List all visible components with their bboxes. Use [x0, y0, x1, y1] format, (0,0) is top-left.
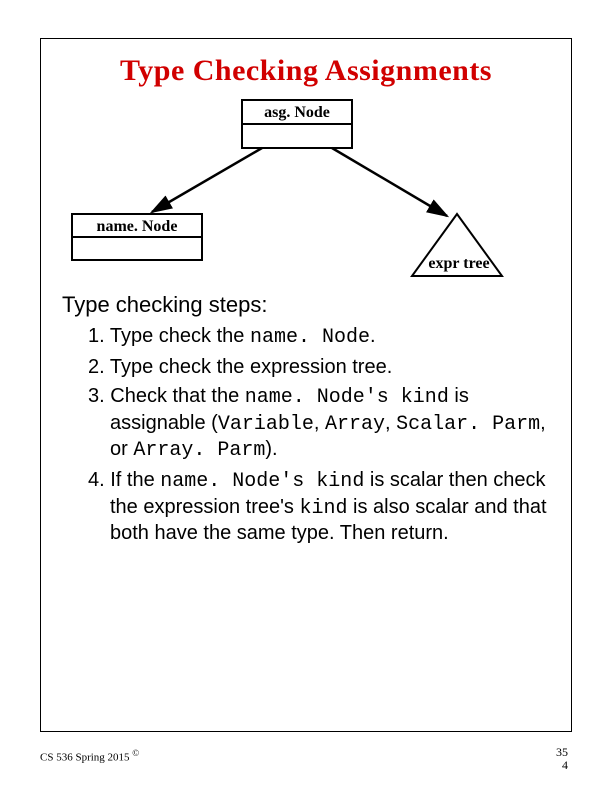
page-number-a: 35: [556, 746, 568, 759]
step-text: Type check the: [110, 325, 250, 347]
code-text: Array. Parm: [133, 439, 265, 462]
step-item: If the name. Node's kind is scalar then …: [88, 468, 550, 547]
step-text: Type check the expression tree.: [110, 356, 392, 378]
course-label: CS 536 Spring 2015: [40, 752, 130, 764]
step-item: Check that the name. Node's kind is assi…: [88, 384, 550, 464]
slide-content: Type Checking Assignments asg. Node name…: [40, 38, 572, 732]
steps-heading: Type checking steps:: [62, 292, 550, 318]
footer-right: 35 4: [556, 746, 568, 772]
slide-page: Type Checking Assignments asg. Node name…: [0, 0, 612, 792]
step-text: ).: [265, 438, 277, 460]
code-text: Array: [325, 413, 385, 436]
steps-list: Type check the name. Node. Type check th…: [88, 324, 550, 547]
step-text: ,: [385, 412, 396, 434]
code-text: name. Node's kind: [245, 386, 449, 409]
step-text: Check that the: [110, 385, 245, 407]
slide-title: Type Checking Assignments: [62, 54, 550, 88]
step-item: Type check the expression tree.: [88, 355, 550, 381]
left-node-label: name. Node: [97, 218, 178, 235]
arrow-to-right: [332, 148, 447, 216]
code-text: Scalar. Parm: [396, 413, 540, 436]
footer-left: CS 536 Spring 2015 ©: [40, 748, 139, 764]
copyright-symbol: ©: [132, 748, 139, 758]
step-text: If the: [110, 469, 160, 491]
code-text: name. Node: [250, 326, 370, 349]
step-text: .: [370, 325, 376, 347]
step-text: ,: [314, 412, 325, 434]
tree-svg: asg. Node name. Node expr tree: [62, 96, 542, 286]
tree-diagram: asg. Node name. Node expr tree: [62, 96, 550, 286]
code-text: kind: [299, 497, 347, 520]
code-text: Variable: [218, 413, 314, 436]
root-node-label: asg. Node: [264, 104, 330, 121]
arrow-to-left: [152, 148, 262, 212]
right-node-label: expr tree: [428, 255, 489, 272]
page-number-b: 4: [556, 759, 568, 772]
step-item: Type check the name. Node.: [88, 324, 550, 351]
code-text: name. Node's kind: [160, 470, 364, 493]
